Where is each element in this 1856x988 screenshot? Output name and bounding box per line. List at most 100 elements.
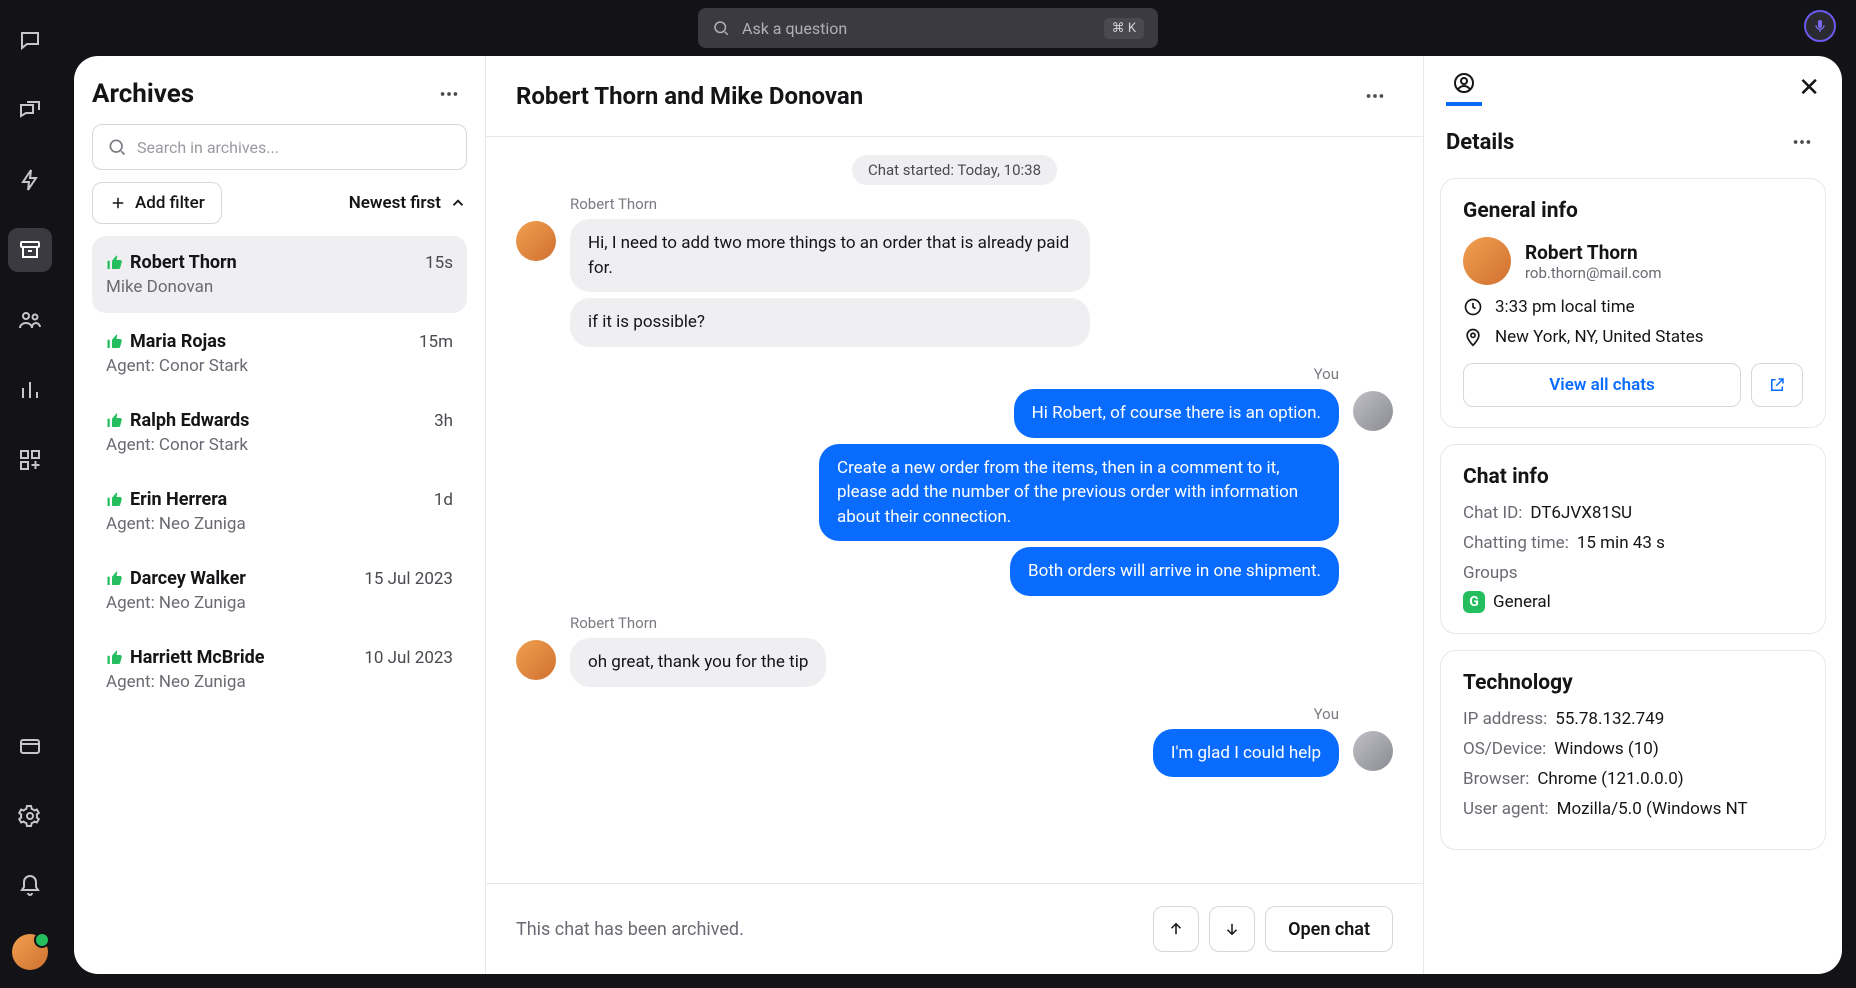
chat-id: DT6JVX81SU (1530, 503, 1632, 523)
dots-icon (1364, 85, 1386, 107)
nav-automation-icon[interactable] (8, 158, 52, 202)
voice-button[interactable] (1804, 10, 1836, 42)
os-device: Windows (10) (1554, 739, 1659, 759)
message-bubble: Hi Robert, of course there is an option. (1014, 389, 1339, 438)
keyboard-shortcut: ⌘ K (1104, 18, 1144, 39)
nav-user-avatar[interactable] (12, 934, 48, 970)
nav-engage-icon[interactable] (8, 88, 52, 132)
user-agent: Mozilla/5.0 (Windows NT (1557, 799, 1748, 819)
ip-address: 55.78.132.749 (1555, 709, 1664, 729)
tab-customer[interactable] (1446, 70, 1482, 106)
dots-icon (438, 83, 460, 105)
customer-avatar (516, 640, 556, 680)
global-search-placeholder: Ask a question (742, 19, 847, 38)
agent-avatar (1353, 731, 1393, 771)
chat-more-button[interactable] (1357, 78, 1393, 114)
thumbs-up-icon (106, 491, 124, 509)
message-group-agent: You I'm glad I could help (516, 705, 1393, 778)
details-more-button[interactable] (1784, 124, 1820, 160)
user-circle-icon (1452, 71, 1476, 95)
scroll-up-button[interactable] (1153, 906, 1199, 952)
archive-item[interactable]: Robert Thorn 15s Mike Donovan (92, 236, 467, 313)
archives-more-button[interactable] (431, 76, 467, 112)
chatting-time: 15 min 43 s (1577, 533, 1665, 553)
thumbs-up-icon (106, 570, 124, 588)
message-group-customer: Robert Thorn oh great, thank you for the… (516, 614, 1393, 687)
agent-avatar (1353, 391, 1393, 431)
external-link-button[interactable] (1751, 363, 1803, 407)
close-button[interactable]: ✕ (1798, 73, 1820, 103)
nav-team-icon[interactable] (8, 298, 52, 342)
add-filter-button[interactable]: Add filter (92, 182, 222, 224)
archive-item-name: Robert Thorn (130, 252, 237, 273)
nav-apps-icon[interactable] (8, 438, 52, 482)
message-sender: You (1314, 705, 1339, 723)
open-chat-button[interactable]: Open chat (1265, 906, 1393, 952)
technology-heading: Technology (1463, 671, 1803, 695)
nav-settings-icon[interactable] (8, 794, 52, 838)
thumbs-up-icon (106, 333, 124, 351)
arrow-up-icon (1167, 920, 1185, 938)
message-bubble: I'm glad I could help (1153, 729, 1339, 778)
archive-item[interactable]: Ralph Edwards 3h Agent: Conor Stark (92, 394, 467, 471)
search-icon (712, 19, 730, 37)
browser: Chrome (121.0.0.0) (1537, 769, 1683, 789)
archive-item[interactable]: Harriett McBride 10 Jul 2023 Agent: Neo … (92, 631, 467, 708)
message-sender: Robert Thorn (570, 195, 1090, 213)
sort-button[interactable]: Newest first (349, 193, 467, 213)
thumbs-up-icon (106, 254, 124, 272)
chat-body: Chat started: Today, 10:38 Robert Thorn … (486, 137, 1423, 883)
nav-chat-icon[interactable] (8, 18, 52, 62)
nav-rail (0, 0, 60, 988)
customer-name: Robert Thorn (1525, 241, 1662, 264)
chat-started-pill: Chat started: Today, 10:38 (852, 155, 1057, 185)
general-info-heading: General info (1463, 199, 1803, 223)
arrow-down-icon (1223, 920, 1241, 938)
general-info-card: General info Robert Thorn rob.thorn@mail… (1440, 178, 1826, 428)
global-search[interactable]: Ask a question ⌘ K (698, 8, 1158, 48)
group-name: General (1493, 592, 1551, 612)
scroll-down-button[interactable] (1209, 906, 1255, 952)
message-sender: Robert Thorn (570, 614, 826, 632)
clock-icon (1463, 297, 1483, 317)
nav-archive-icon[interactable] (8, 228, 52, 272)
customer-avatar (516, 221, 556, 261)
nav-billing-icon[interactable] (8, 724, 52, 768)
message-group-customer: Robert Thorn Hi, I need to add two more … (516, 195, 1393, 347)
chevron-up-icon (449, 194, 467, 212)
location-icon (1463, 327, 1483, 347)
archive-item[interactable]: Darcey Walker 15 Jul 2023 Agent: Neo Zun… (92, 552, 467, 629)
nav-reports-icon[interactable] (8, 368, 52, 412)
technology-card: Technology IP address:55.78.132.749 OS/D… (1440, 650, 1826, 850)
search-icon (107, 137, 127, 157)
customer-email: rob.thorn@mail.com (1525, 264, 1662, 282)
archive-item[interactable]: Maria Rojas 15m Agent: Conor Stark (92, 315, 467, 392)
nav-notifications-icon[interactable] (8, 864, 52, 908)
group-badge: G (1463, 591, 1485, 613)
message-group-agent: You Hi Robert, of course there is an opt… (516, 365, 1393, 596)
message-bubble: if it is possible? (570, 298, 1090, 347)
message-bubble: Hi, I need to add two more things to an … (570, 219, 1090, 292)
archive-item[interactable]: Erin Herrera 1d Agent: Neo Zuniga (92, 473, 467, 550)
dots-icon (1791, 131, 1813, 153)
view-all-chats-button[interactable]: View all chats (1463, 363, 1741, 407)
details-panel: ✕ Details General info Robert Thorn rob.… (1424, 56, 1842, 974)
message-bubble: Create a new order from the items, then … (819, 444, 1339, 542)
archive-item-sub: Mike Donovan (106, 277, 453, 297)
customer-avatar (1463, 237, 1511, 285)
archives-panel: Archives Add filter Newest first Robert … (74, 56, 486, 974)
thumbs-up-icon (106, 412, 124, 430)
archives-list: Robert Thorn 15s Mike Donovan Maria Roja… (92, 236, 467, 708)
location: New York, NY, United States (1495, 327, 1704, 347)
thumbs-up-icon (106, 649, 124, 667)
chat-info-card: Chat info Chat ID:DT6JVX81SU Chatting ti… (1440, 444, 1826, 634)
archives-search[interactable] (92, 124, 467, 170)
external-link-icon (1768, 376, 1786, 394)
archives-search-input[interactable] (137, 138, 452, 157)
message-sender: You (1314, 365, 1339, 383)
local-time: 3:33 pm local time (1495, 297, 1635, 317)
plus-icon (109, 194, 127, 212)
mic-icon (1812, 18, 1828, 34)
topbar: Ask a question ⌘ K (0, 0, 1856, 56)
chat-info-heading: Chat info (1463, 465, 1803, 489)
